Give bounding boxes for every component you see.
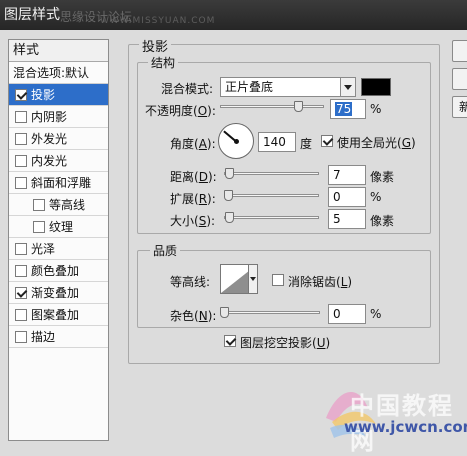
watermark-url-text: www.jcwcn.com bbox=[344, 418, 467, 436]
size-slider[interactable] bbox=[224, 212, 319, 223]
style-item-label: 内阴影 bbox=[31, 110, 68, 124]
style-item-label: 斜面和浮雕 bbox=[31, 176, 92, 190]
angle-unit: 度 bbox=[300, 137, 313, 151]
opacity-label: 不透明度(O): bbox=[145, 104, 216, 118]
style-item-stroke[interactable]: 描边 bbox=[9, 326, 108, 348]
contour-label: 等高线: bbox=[170, 275, 211, 289]
opacity-slider[interactable] bbox=[220, 101, 324, 112]
global-light-checkbox[interactable] bbox=[321, 135, 333, 147]
size-unit: 像素 bbox=[370, 214, 395, 228]
style-item-contour[interactable]: 等高线 bbox=[9, 194, 108, 216]
blend-mode-select[interactable]: 正片叠底 bbox=[220, 77, 356, 97]
blend-mode-value: 正片叠底 bbox=[225, 80, 274, 94]
watermark-logo: 中国教程网 www.jcwcn.com bbox=[318, 378, 467, 455]
blend-mode-label: 混合模式: bbox=[161, 82, 214, 96]
style-item-label: 投影 bbox=[31, 88, 56, 102]
panel-title: 投影 bbox=[139, 36, 172, 55]
distance-label: 距离(D): bbox=[170, 170, 217, 184]
style-item-outer-glow[interactable]: 外发光 bbox=[9, 128, 108, 150]
style-item-inner-shadow[interactable]: 内阴影 bbox=[9, 106, 108, 128]
size-slider-thumb[interactable] bbox=[225, 212, 234, 223]
noise-label: 杂色(N): bbox=[170, 309, 217, 323]
style-list-header[interactable]: 样式 bbox=[9, 40, 108, 62]
distance-slider-thumb[interactable] bbox=[225, 168, 234, 179]
style-item-color-overlay[interactable]: 颜色叠加 bbox=[9, 260, 108, 282]
style-item-label: 内发光 bbox=[31, 154, 68, 168]
noise-slider[interactable] bbox=[220, 307, 320, 318]
style-item-label: 外发光 bbox=[31, 132, 68, 146]
cancel-button[interactable] bbox=[452, 68, 467, 90]
spread-input[interactable]: 0 bbox=[328, 187, 366, 207]
spread-label: 扩展(R): bbox=[170, 192, 216, 206]
texture-checkbox[interactable] bbox=[33, 221, 45, 233]
angle-input[interactable]: 140 bbox=[258, 132, 296, 152]
noise-slider-track bbox=[220, 311, 320, 314]
shadow-color-swatch[interactable] bbox=[361, 78, 391, 96]
spread-slider-thumb[interactable] bbox=[224, 190, 233, 201]
style-item-inner-glow[interactable]: 内发光 bbox=[9, 150, 108, 172]
style-item-label: 渐变叠加 bbox=[31, 286, 80, 300]
global-light-label: 使用全局光(G) bbox=[337, 136, 416, 150]
bevel-emboss-checkbox[interactable] bbox=[15, 177, 27, 189]
style-item-label: 图案叠加 bbox=[31, 308, 80, 322]
style-item-label: 光泽 bbox=[31, 242, 56, 256]
opacity-slider-thumb[interactable] bbox=[294, 101, 303, 112]
new-style-button[interactable]: 新 bbox=[452, 96, 467, 118]
antialias-checkbox[interactable] bbox=[272, 274, 284, 286]
noise-unit: % bbox=[370, 307, 382, 321]
watermark-url: WWW.MISSYUAN.COM bbox=[100, 16, 216, 26]
style-item-bevel-emboss[interactable]: 斜面和浮雕 bbox=[9, 172, 108, 194]
color-overlay-checkbox[interactable] bbox=[15, 265, 27, 277]
antialias-label: 消除锯齿(L) bbox=[288, 275, 353, 289]
opacity-unit: % bbox=[370, 102, 382, 116]
opacity-input[interactable]: 75 bbox=[330, 99, 366, 119]
inner-glow-checkbox[interactable] bbox=[15, 155, 27, 167]
blending-options-item[interactable]: 混合选项:默认 bbox=[9, 62, 108, 84]
style-item-label: 描边 bbox=[31, 330, 56, 344]
spread-slider[interactable] bbox=[224, 190, 319, 201]
gradient-overlay-checkbox[interactable] bbox=[15, 287, 27, 299]
spread-unit: % bbox=[370, 190, 382, 204]
ok-button[interactable] bbox=[452, 40, 467, 62]
spread-slider-track bbox=[224, 194, 319, 197]
inner-shadow-checkbox[interactable] bbox=[15, 111, 27, 123]
distance-slider-track bbox=[224, 172, 319, 175]
angle-label: 角度(A): bbox=[170, 137, 216, 151]
pattern-overlay-checkbox[interactable] bbox=[15, 309, 27, 321]
knockout-label: 图层挖空投影(U) bbox=[240, 336, 331, 350]
size-label: 大小(S): bbox=[170, 214, 216, 228]
structure-title: 结构 bbox=[148, 54, 179, 71]
quality-title: 品质 bbox=[150, 242, 181, 259]
chevron-down-icon bbox=[340, 78, 355, 96]
noise-input[interactable]: 0 bbox=[328, 304, 366, 324]
style-item-texture[interactable]: 纹理 bbox=[9, 216, 108, 238]
style-item-label: 等高线 bbox=[49, 198, 86, 212]
size-slider-track bbox=[224, 216, 319, 219]
style-item-label: 纹理 bbox=[49, 220, 74, 234]
contour-dropdown-button[interactable] bbox=[248, 264, 258, 294]
style-item-satin[interactable]: 光泽 bbox=[9, 238, 108, 260]
contour-checkbox[interactable] bbox=[33, 199, 45, 211]
distance-slider[interactable] bbox=[224, 168, 319, 179]
style-list: 样式 混合选项:默认 投影 内阴影 外发光 内发光 斜面和浮雕 等高线 纹理 光… bbox=[8, 39, 109, 441]
title-bar: 图层样式 思缘设计论坛 WWW.MISSYUAN.COM bbox=[0, 0, 467, 30]
distance-input[interactable]: 7 bbox=[328, 165, 366, 185]
outer-glow-checkbox[interactable] bbox=[15, 133, 27, 145]
size-input[interactable]: 5 bbox=[328, 209, 366, 229]
knockout-checkbox[interactable] bbox=[224, 335, 236, 347]
style-item-label: 颜色叠加 bbox=[31, 264, 80, 278]
satin-checkbox[interactable] bbox=[15, 243, 27, 255]
opacity-slider-track bbox=[220, 105, 324, 108]
distance-unit: 像素 bbox=[370, 170, 395, 184]
window-title: 图层样式 bbox=[4, 7, 60, 23]
angle-dial[interactable] bbox=[218, 123, 254, 159]
stroke-checkbox[interactable] bbox=[15, 331, 27, 343]
style-item-gradient-overlay[interactable]: 渐变叠加 bbox=[9, 282, 108, 304]
angle-dial-center bbox=[234, 139, 239, 144]
drop-shadow-checkbox[interactable] bbox=[15, 89, 27, 101]
noise-slider-thumb[interactable] bbox=[220, 307, 229, 318]
style-item-drop-shadow[interactable]: 投影 bbox=[9, 84, 108, 106]
style-item-pattern-overlay[interactable]: 图案叠加 bbox=[9, 304, 108, 326]
